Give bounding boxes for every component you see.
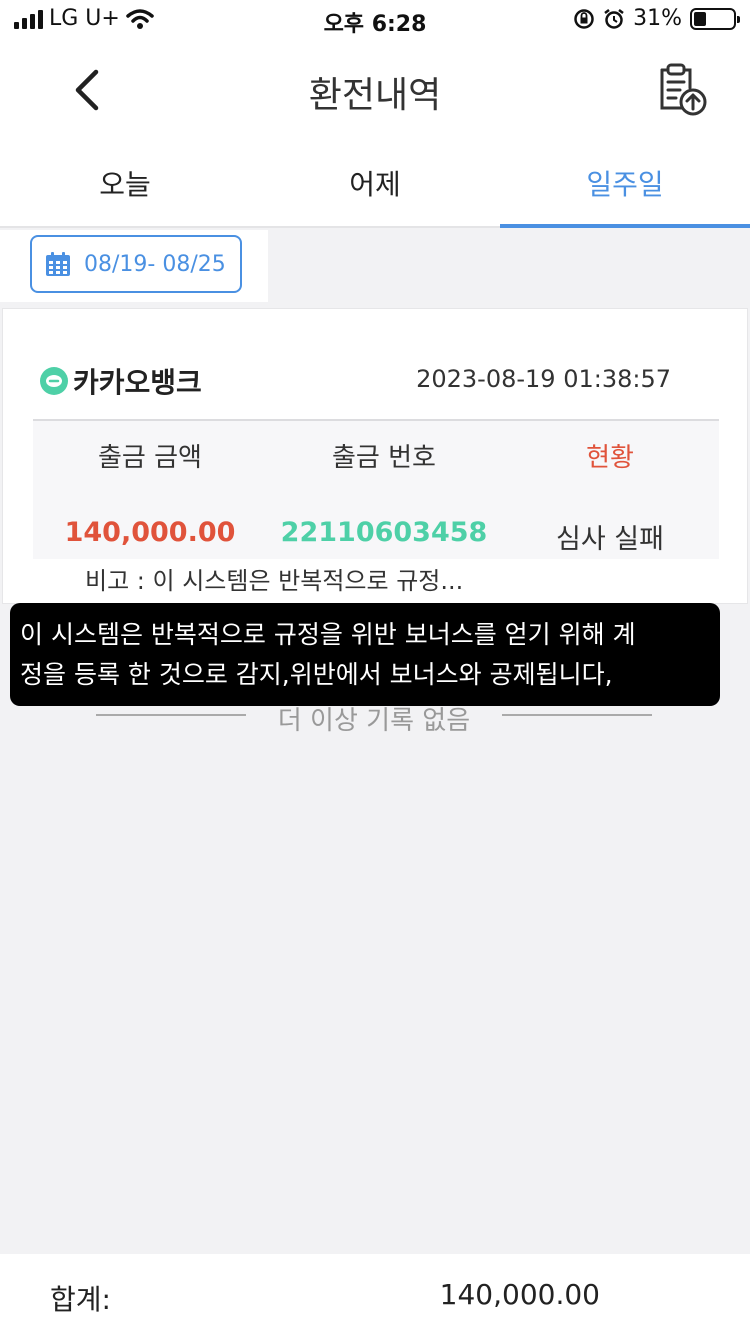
export-button[interactable] [654,62,710,118]
card-header: 카카오뱅크 [39,361,202,401]
tab-yesterday[interactable]: 어제 [250,140,500,226]
back-button[interactable] [60,60,120,120]
status-bar: LG U+ 오후 6:28 31% [0,0,750,40]
summary-footer: 합계: 140,000.00 [0,1254,750,1334]
calendar-icon [46,252,70,276]
alarm-icon [604,8,624,29]
header-amount: 출금 금액 [98,443,202,473]
remark-text[interactable]: 비고 : 이 시스템은 반복적으로 규정... [85,561,463,596]
period-tabs: 오늘 어제 일주일 [0,140,750,228]
battery-fill [694,11,706,26]
withdrawal-number: 22110603458 [280,517,488,548]
tooltip-line-1: 이 시스템은 반복적으로 규정을 위반 보너스를 얻기 위해 계 [20,620,636,649]
header-number: 출금 번호 [332,443,436,473]
battery-percent: 31% [633,6,682,31]
transaction-datetime: 2023-08-19 01:38:57 [416,365,671,393]
orientation-lock-icon [574,8,594,29]
bank-name: 카카오뱅크 [73,366,202,399]
withdrawal-amount: 140,000.00 [64,517,236,548]
clipboard-upload-icon [660,63,707,116]
chevron-left-icon [75,69,99,111]
divider-right [502,714,652,716]
battery-icon [690,7,740,30]
tab-week[interactable]: 일주일 [500,140,750,228]
status-right: 31% [573,6,740,31]
nav-bar: 환전내역 [0,40,750,140]
header-status: 현황 [586,443,634,473]
filter-bar: 08/19- 08/25 [0,230,268,302]
withdrawal-record-card[interactable]: 카카오뱅크 2023-08-19 01:38:57 출금 금액 출금 번호 현황… [2,308,748,604]
status-text: 심사 실패 [556,524,664,555]
total-value: 140,000.00 [439,1278,600,1311]
date-range-button[interactable]: 08/19- 08/25 [30,235,242,293]
kakaobank-icon [40,367,68,395]
tooltip-line-2: 정을 등록 한 것으로 감지,위반에서 보너스와 공제됩니다, [20,660,613,689]
record-table: 출금 금액 출금 번호 현황 140,000.00 22110603458 심사… [33,419,719,559]
remark-tooltip: 이 시스템은 반복적으로 규정을 위반 보너스를 얻기 위해 계 정을 등록 한… [10,603,720,706]
tab-today[interactable]: 오늘 [0,140,250,226]
total-label: 합계: [50,1283,111,1316]
date-range-label: 08/19- 08/25 [84,251,226,277]
